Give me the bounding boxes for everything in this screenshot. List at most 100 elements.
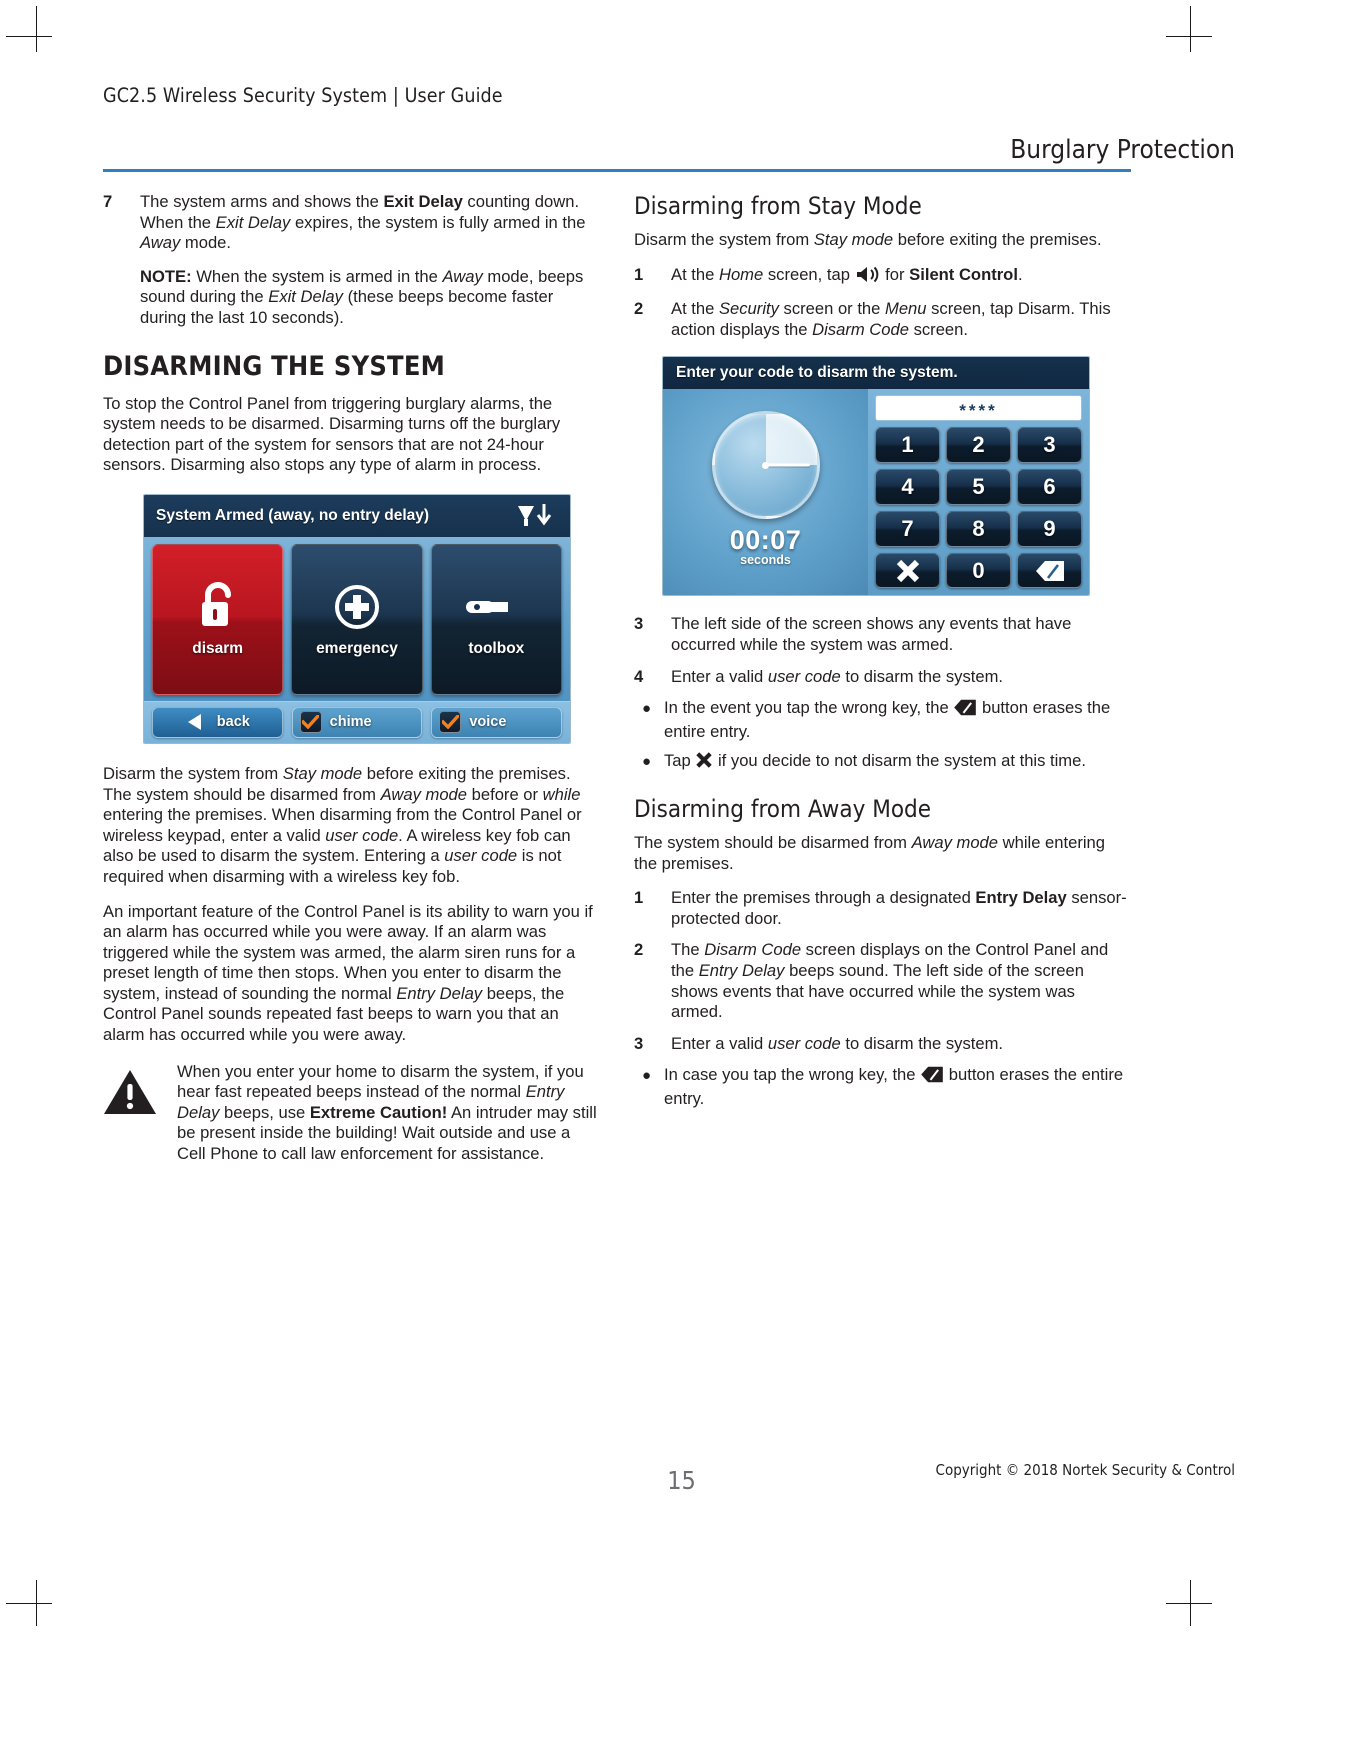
step-text: At the Security screen or the Menu scree… (671, 299, 1131, 340)
away-intro-paragraph: The system should be disarmed from Away … (634, 833, 1131, 874)
wifi-icon (518, 503, 552, 526)
nav-label: back (216, 714, 250, 731)
keypad-grid: 1 2 3 4 5 6 7 8 9 0 (875, 427, 1082, 589)
intro-paragraph: To stop the Control Panel from triggerin… (103, 393, 561, 475)
key-backspace[interactable] (1017, 552, 1082, 589)
away-step-2: 2 The Disarm Code screen displays on the… (634, 940, 1131, 1022)
unlocked-padlock-icon (196, 581, 240, 633)
step-number: 3 (634, 614, 644, 634)
away-step-1: 1 Enter the premises through a designate… (634, 888, 1131, 929)
step-7: 7 The system arms and shows the Exit Del… (103, 192, 600, 329)
step-text: At the Home screen, tap for Silent Contr… (671, 265, 1131, 289)
paragraph-disarm-stay: Disarm the system from Stay mode before … (103, 764, 600, 888)
step-text: The Disarm Code screen displays on the C… (671, 940, 1131, 1022)
t: user code (767, 666, 841, 686)
t: if you decide to not disarm the system a… (713, 751, 1086, 771)
list-item: ● In case you tap the wrong key, the but… (634, 1065, 1131, 1109)
stay-bullet-list: ● In the event you tap the wrong key, th… (634, 698, 1131, 775)
key-5[interactable]: 5 (946, 469, 1011, 505)
t: Silent Control (909, 264, 1018, 284)
t: Tap (664, 751, 696, 771)
key-1[interactable]: 1 (875, 427, 940, 464)
t: Away mode (380, 784, 468, 804)
heading-disarming-the-system: DISARMING THE SYSTEM (103, 350, 446, 382)
list-item: ● In the event you tap the wrong key, th… (634, 698, 1131, 742)
t: The (671, 940, 705, 960)
cancel-x-icon (695, 751, 713, 775)
t: Home (718, 264, 764, 284)
backspace-erase-icon (1035, 560, 1064, 581)
document-page: GC2.5 Wireless Security System | User Gu… (0, 0, 1363, 1738)
step-7-note: NOTE: When the system is armed in the Aw… (140, 267, 600, 329)
crop-mark (1166, 1603, 1212, 1604)
key-6[interactable]: 6 (1017, 469, 1082, 505)
clock-hand (765, 463, 810, 467)
tile-disarm[interactable]: disarm (152, 543, 284, 695)
step-number: 1 (634, 264, 644, 284)
t: Disarm Code (812, 319, 909, 339)
right-column: Disarming from Stay Mode Disarm the syst… (634, 192, 1131, 1118)
checkmark-icon (302, 715, 320, 730)
tile-label: toolbox (468, 639, 525, 657)
running-head: GC2.5 Wireless Security System | User Gu… (103, 84, 503, 107)
warning-triangle-icon (103, 1062, 177, 1165)
device-prompt-bar: Enter your code to disarm the system. (663, 357, 1089, 390)
t: Security (718, 299, 779, 319)
paragraph-alarm-warning: An important feature of the Control Pane… (103, 902, 600, 1046)
countdown-clock-icon (711, 411, 820, 520)
device-screenshot-system-armed: System Armed (away, no entry delay) disa… (143, 493, 571, 744)
stay-step-2: 2 At the Security screen or the Menu scr… (634, 299, 1131, 340)
t: Disarm Code (704, 940, 802, 960)
t: Away (442, 266, 483, 286)
t: to disarm the system. (840, 666, 1004, 686)
nav-button-voice[interactable]: voice (431, 706, 563, 738)
key-7[interactable]: 7 (875, 510, 940, 547)
step-number: 4 (634, 666, 644, 686)
t: Stay mode (282, 763, 363, 783)
stay-step-3: 3 The left side of the screen shows any … (634, 614, 1131, 655)
wrench-icon (466, 581, 526, 633)
crop-mark (1166, 36, 1212, 37)
t: Entry Delay (396, 983, 483, 1003)
step-text: Enter a valid user code to disarm the sy… (671, 1034, 1131, 1055)
step-number: 2 (634, 299, 644, 319)
key-cancel[interactable] (875, 552, 940, 589)
crop-mark (36, 6, 37, 52)
key-3[interactable]: 3 (1017, 427, 1082, 464)
step-text: The system arms and shows the Exit Delay… (140, 192, 600, 329)
t: before exiting the premises. (893, 230, 1102, 249)
t: At the (671, 264, 719, 284)
key-0[interactable]: 0 (946, 552, 1011, 589)
t: user code (325, 825, 399, 845)
key-9[interactable]: 9 (1017, 510, 1082, 547)
tile-toolbox[interactable]: toolbox (430, 543, 562, 695)
tile-label: disarm (192, 639, 244, 657)
key-4[interactable]: 4 (875, 469, 940, 505)
stay-intro-paragraph: Disarm the system from Stay mode before … (634, 230, 1131, 251)
t: Disarm the system from (634, 230, 814, 249)
t: The system should be disarmed from (634, 832, 912, 852)
t: Enter the premises through a designated (671, 888, 976, 908)
nav-button-back[interactable]: back (152, 706, 283, 738)
away-bullet-list: ● In case you tap the wrong key, the but… (634, 1065, 1131, 1109)
device-nav-bar: back chime voice (144, 700, 570, 743)
checkbox-chime[interactable] (299, 711, 322, 734)
checkmark-icon (441, 715, 459, 730)
t: screen or the (778, 299, 885, 319)
bullet-text: Tap if you decide to not disarm the syst… (664, 751, 1131, 775)
tile-emergency[interactable]: emergency (291, 543, 423, 695)
key-2[interactable]: 2 (946, 427, 1011, 464)
checkbox-voice[interactable] (439, 711, 462, 734)
device-prompt-text: Enter your code to disarm the system. (676, 364, 958, 382)
emergency-plus-icon (333, 581, 381, 633)
device-status-bar: System Armed (away, no entry delay) (144, 494, 570, 537)
nav-label: chime (329, 714, 372, 731)
code-entry-field[interactable]: **** (875, 395, 1082, 422)
copyright-notice: Copyright © 2018 Nortek Security & Contr… (935, 1461, 1235, 1479)
t: Exit Delay (268, 287, 343, 307)
key-8[interactable]: 8 (946, 510, 1011, 547)
step-number: 1 (634, 888, 644, 908)
step-number: 7 (103, 192, 113, 211)
t: screen, tap (763, 264, 855, 284)
nav-button-chime[interactable]: chime (291, 706, 423, 738)
